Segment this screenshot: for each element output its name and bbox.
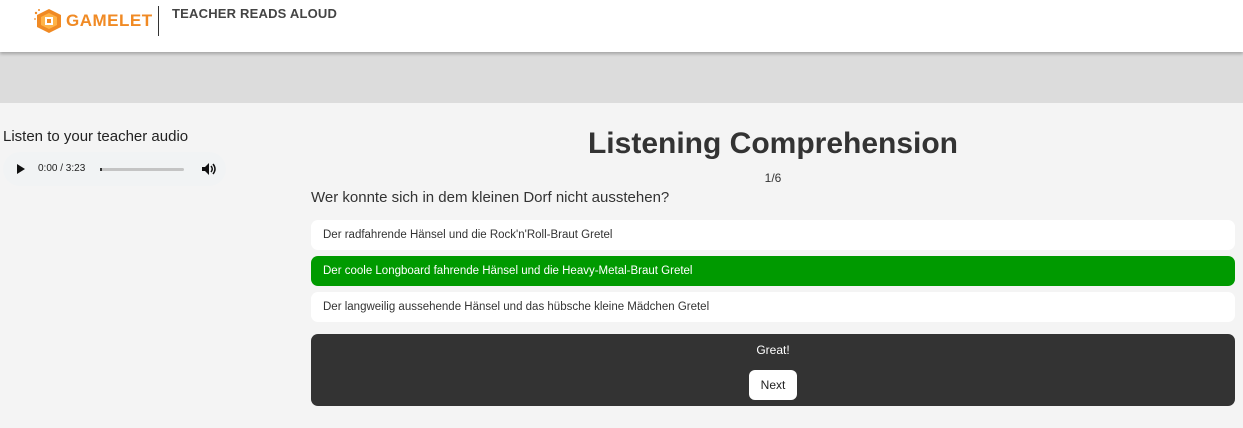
audio-player: 0:00 / 3:23 [3, 152, 226, 186]
play-icon[interactable] [17, 164, 25, 174]
brand-name: GAMELET [66, 11, 153, 30]
answer-option-1[interactable]: Der radfahrende Hänsel und die Rock'n'Ro… [311, 220, 1235, 250]
question-text: Wer konnte sich in dem kleinen Dorf nich… [311, 189, 670, 206]
next-button[interactable]: Next [749, 370, 797, 400]
gamelet-logo-icon [34, 9, 61, 33]
audio-label: Listen to your teacher audio [3, 128, 189, 145]
audio-seek-slider[interactable] [100, 168, 184, 171]
audio-seek-progress [100, 168, 102, 171]
header-divider [158, 6, 159, 36]
page-title: Listening Comprehension [587, 127, 959, 160]
volume-icon[interactable] [201, 162, 217, 176]
audio-time: 0:00 / 3:23 [38, 163, 86, 174]
app-title: TEACHER READS ALOUD [172, 6, 338, 21]
feedback-message: Great! [756, 343, 790, 357]
sub-header-band [0, 52, 1243, 103]
answer-option-2-selected[interactable]: Der coole Longboard fahrende Hänsel und … [311, 256, 1235, 286]
answer-option-3[interactable]: Der langweilig aussehende Hänsel und das… [311, 292, 1235, 322]
question-counter: 1/6 [764, 171, 782, 185]
top-navbar: GAMELET TEACHER READS ALOUD [0, 0, 1243, 52]
gamelet-logo[interactable]: GAMELET [34, 8, 153, 34]
feedback-panel: Great! Next [311, 334, 1235, 406]
